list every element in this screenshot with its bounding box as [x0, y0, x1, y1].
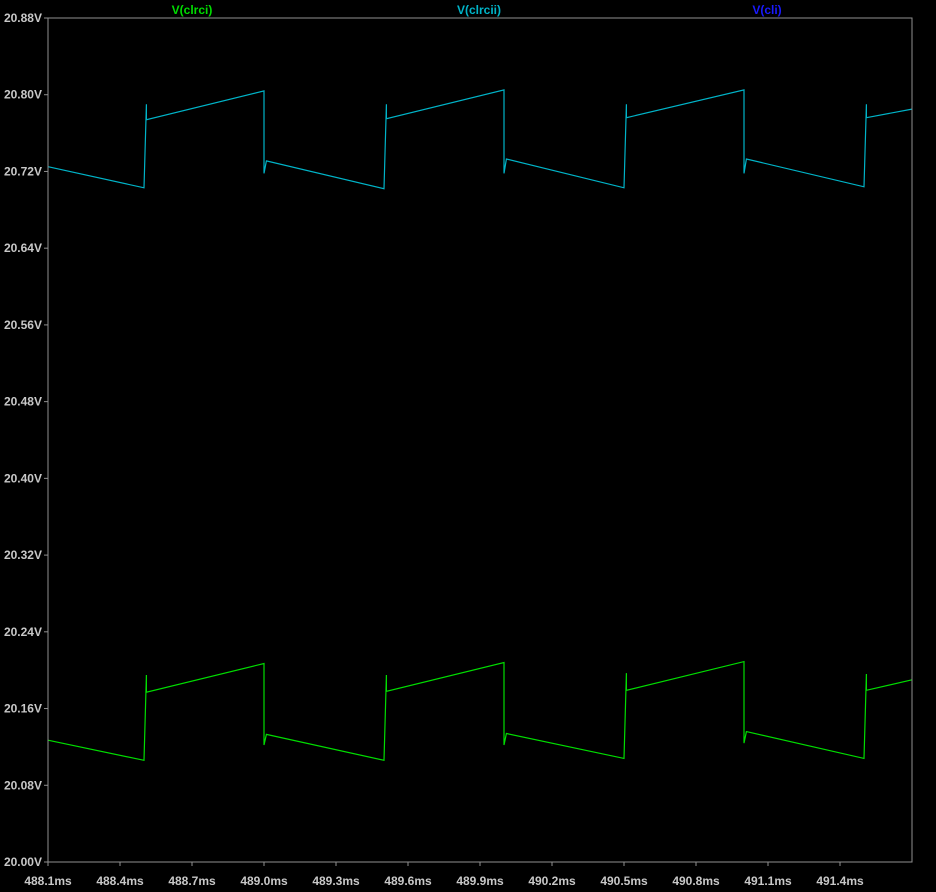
y-tick-label: 20.88V [4, 11, 42, 25]
x-tick-label: 491.4ms [816, 874, 864, 888]
x-tick-label: 489.3ms [312, 874, 360, 888]
y-tick-label: 20.16V [4, 702, 42, 716]
x-tick-label: 490.8ms [672, 874, 720, 888]
trace-series-2 [47, 89, 913, 190]
x-tick-label: 489.0ms [240, 874, 288, 888]
x-tick-label: 488.7ms [168, 874, 216, 888]
y-tick-label: 20.80V [4, 88, 42, 102]
x-tick-label: 488.1ms [24, 874, 72, 888]
plot-frame [47, 17, 913, 863]
trace-series-1 [47, 660, 913, 762]
y-tick-label: 20.40V [4, 471, 42, 485]
y-tick-label: 20.64V [4, 241, 42, 255]
y-tick-label: 20.00V [4, 855, 42, 869]
legend: V(clrci) V(clrcii) V(cli) [172, 3, 782, 17]
y-tick-label: 20.08V [4, 778, 42, 792]
y-tick-label: 20.72V [4, 164, 42, 178]
y-tick-label: 20.32V [4, 548, 42, 562]
legend-entry-1[interactable]: V(clrci) [172, 3, 213, 17]
y-tick-label: 20.56V [4, 318, 42, 332]
legend-entry-3[interactable]: V(cli) [752, 3, 781, 17]
legend-entry-2[interactable]: V(clrcii) [457, 3, 501, 17]
x-tick-label: 490.2ms [528, 874, 576, 888]
waveform-plot[interactable]: V(clrci) V(clrcii) V(cli) 20.88V 20.80V 20.7… [0, 0, 936, 892]
trace-group [47, 89, 913, 762]
x-tick-label: 491.1ms [744, 874, 792, 888]
x-tick-label: 489.6ms [384, 874, 432, 888]
y-tick-label: 20.48V [4, 395, 42, 409]
y-axis: 20.88V 20.80V 20.72V 20.64V 20.56V 20.48V 20.4… [4, 11, 48, 869]
y-tick-label: 20.24V [4, 625, 42, 639]
x-tick-label: 488.4ms [96, 874, 144, 888]
x-tick-label: 489.9ms [456, 874, 504, 888]
x-axis: 488.1ms 488.4ms 488.7ms 489.0ms 489.3ms 489.6… [24, 862, 864, 888]
x-tick-label: 490.5ms [600, 874, 648, 888]
